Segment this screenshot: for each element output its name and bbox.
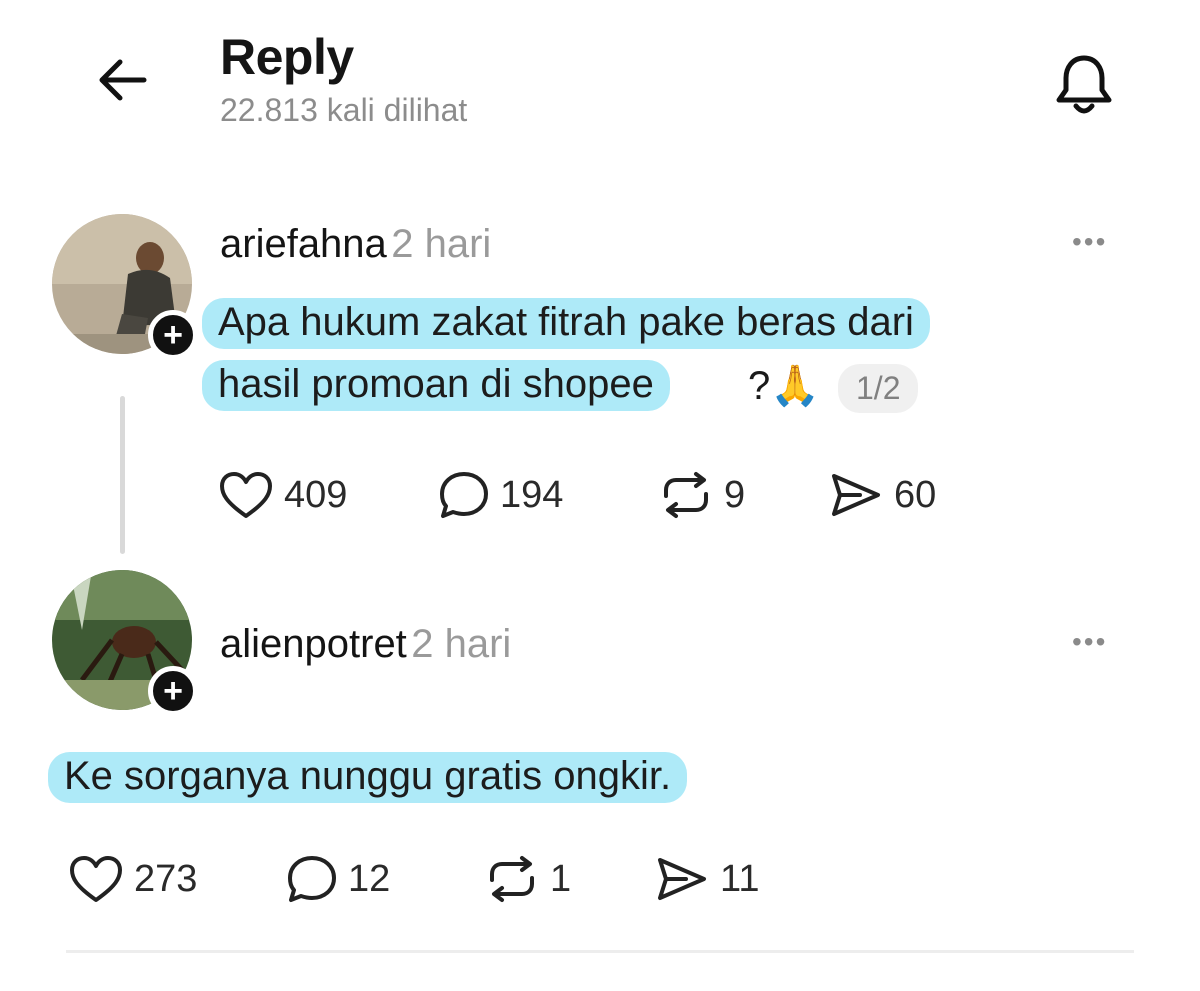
share-count: 11 — [720, 857, 760, 900]
post-actions: 409 194 9 60 — [218, 470, 978, 520]
post-text-line-1: Ke sorganya nunggu gratis ongkir. — [48, 752, 688, 803]
post-text-tail: ?🙏 — [748, 364, 821, 408]
heart-icon — [70, 856, 122, 902]
notification-button[interactable] — [1046, 46, 1122, 122]
post-actions: 273 12 1 11 — [68, 854, 804, 904]
comment-icon — [440, 472, 488, 518]
follow-button[interactable]: + — [148, 666, 198, 716]
heart-icon — [220, 472, 272, 518]
divider — [66, 950, 1134, 953]
post-header: ariefahna 2 hari — [220, 222, 491, 267]
arrow-left-icon — [99, 59, 147, 101]
page-title: Reply — [220, 29, 354, 85]
plus-icon: + — [163, 316, 183, 354]
send-icon — [832, 474, 880, 516]
like-count: 409 — [284, 473, 348, 516]
share-button[interactable]: 11 — [654, 854, 804, 904]
thread-page-badge: 1/2 — [838, 364, 919, 413]
comment-count: 12 — [348, 857, 391, 900]
like-button[interactable]: 273 — [68, 854, 286, 904]
timestamp: 2 hari — [411, 622, 512, 666]
more-horizontal-icon: ••• — [1072, 626, 1108, 657]
plus-icon: + — [163, 672, 183, 710]
bell-icon — [1056, 55, 1112, 114]
post-header: alienpotret 2 hari — [220, 622, 511, 667]
repost-icon — [664, 472, 708, 518]
send-icon — [658, 858, 706, 900]
share-button[interactable]: 60 — [828, 470, 978, 520]
timestamp: 2 hari — [391, 222, 492, 266]
username[interactable]: ariefahna — [220, 222, 387, 266]
comment-icon — [288, 856, 336, 902]
back-button[interactable] — [92, 48, 156, 112]
repost-count: 1 — [550, 857, 572, 900]
like-button[interactable]: 409 — [218, 470, 438, 520]
more-options-button[interactable]: ••• — [1072, 626, 1107, 658]
more-options-button[interactable]: ••• — [1072, 226, 1107, 258]
view-count: 22.813 kali dilihat — [220, 92, 468, 128]
more-horizontal-icon: ••• — [1072, 226, 1108, 257]
post-text-line-1: Apa hukum zakat fitrah pake beras dari — [202, 298, 930, 349]
comment-button[interactable]: 12 — [286, 854, 484, 904]
repost-button[interactable]: 9 — [658, 470, 828, 520]
comment-count: 194 — [500, 473, 564, 516]
like-count: 273 — [134, 857, 198, 900]
repost-icon — [490, 856, 534, 902]
post-text-line-2: hasil promoan di shopee — [202, 360, 670, 411]
thread-line — [120, 396, 125, 554]
repost-button[interactable]: 1 — [484, 854, 654, 904]
username[interactable]: alienpotret — [220, 622, 407, 666]
repost-count: 9 — [724, 473, 746, 516]
comment-button[interactable]: 194 — [438, 470, 658, 520]
share-count: 60 — [894, 473, 937, 516]
follow-button[interactable]: + — [148, 310, 198, 360]
